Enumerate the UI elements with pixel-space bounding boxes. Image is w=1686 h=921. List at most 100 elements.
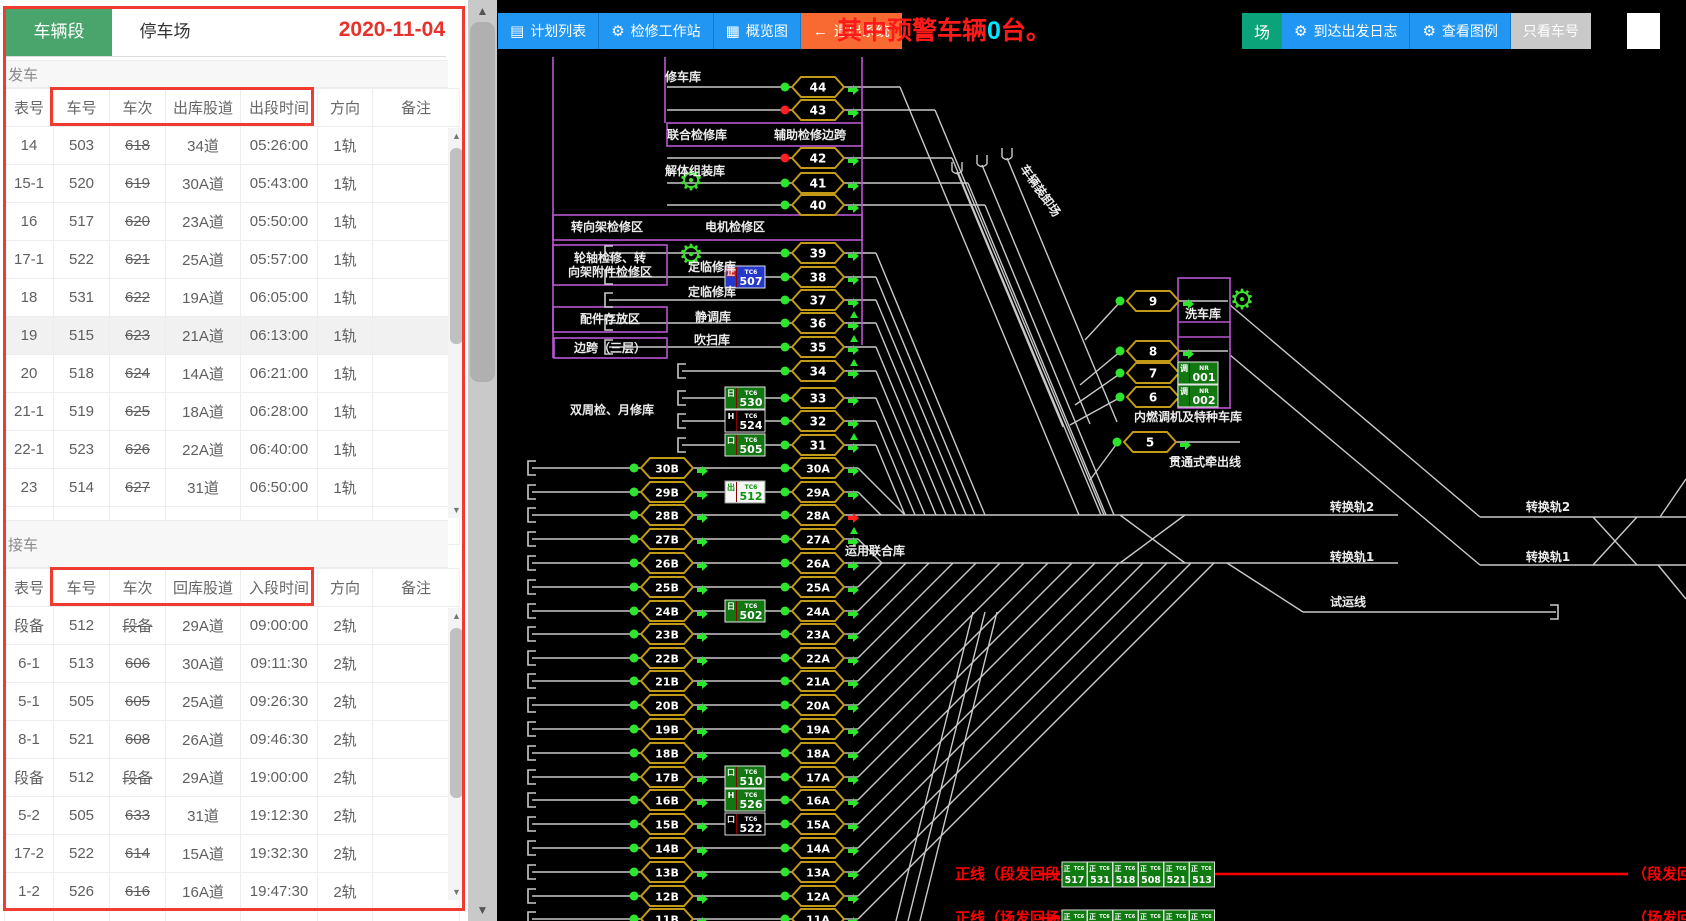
view-legend-button[interactable]: ⚙查看图例 [1410,13,1510,49]
svg-text:6: 6 [1149,391,1157,405]
svg-text:524: 524 [740,419,763,432]
svg-text:13A: 13A [806,867,830,880]
svg-text:调: 调 [1180,386,1188,396]
svg-text:18B: 18B [655,748,679,761]
plan-list-button[interactable]: ▤计划列表 [498,13,599,49]
warning-text: 其中预警车辆0台。 [837,13,1051,49]
svg-text:11B: 11B [655,914,679,921]
svg-text:36: 36 [810,317,827,331]
svg-text:15A: 15A [806,819,830,832]
area-label: 辅助检修边跨 [774,127,847,142]
train-badge-510[interactable]: 口TC6510 [725,766,765,788]
svg-text:14A: 14A [806,843,830,856]
overview-button[interactable]: ▦ 概览图 [714,13,801,49]
track-schematic: 44434241403938373635343332319876530B30A2… [0,0,1686,921]
svg-text:17A: 17A [806,772,830,785]
area-label: 定临修库 [688,284,736,299]
depot-monitoring-screen: 车辆段停车场 2020-11-04 发车 表号车号车次出库股道出段时间方向备注1… [0,0,1686,921]
svg-text:21A: 21A [806,676,830,689]
svg-text:TC6: TC6 [1125,914,1136,920]
svg-text:38: 38 [810,271,827,285]
svg-text:510: 510 [740,775,763,788]
train-badge-526[interactable]: HTC6526 [725,789,765,811]
area-label: 转换轨1 [1330,549,1374,564]
svg-text:口: 口 [727,768,735,777]
scroll-down-icon[interactable]: ▼ [448,884,465,900]
svg-text:22B: 22B [655,653,679,666]
svg-text:33: 33 [810,392,827,406]
departure-scrollbar[interactable]: ▲ ▼ [448,128,465,518]
svg-text:正: 正 [1140,865,1147,873]
svg-text:11A: 11A [806,914,830,921]
area-label: 双周检、月修库 [570,402,654,417]
train-badge-002[interactable]: 调NR002 [1178,385,1218,407]
area-label: 轮轴检修、转 [574,250,646,265]
svg-text:19A: 19A [806,724,830,737]
svg-text:正: 正 [1140,913,1147,921]
svg-text:正: 正 [1191,913,1198,921]
area-label: 试运线 [1330,594,1366,609]
svg-text:日: 日 [727,389,735,398]
arrival-scrollbar[interactable]: ▲ ▼ [448,608,465,900]
yard-button[interactable]: 场 [1242,13,1282,49]
svg-text:TC6: TC6 [1176,866,1187,872]
button-label: 概览图 [746,21,788,41]
svg-text:34: 34 [810,365,827,379]
svg-text:531: 531 [1090,875,1110,886]
svg-text:29B: 29B [655,487,679,500]
button-label: 计划列表 [530,21,586,41]
train-badge-505[interactable]: 口TC6505 [725,434,765,456]
svg-text:TC6: TC6 [1150,914,1161,920]
svg-text:正: 正 [1115,865,1122,873]
svg-text:28A: 28A [806,510,830,523]
svg-text:TC6: TC6 [1201,914,1212,920]
train-badge-512[interactable]: 出TC6512 [725,481,765,503]
area-label: 转向架检修区 [571,219,643,234]
svg-text:25B: 25B [655,582,679,595]
train-badge-530[interactable]: 日TC6530 [725,387,765,409]
area-label: 联合检修库 [667,127,727,142]
svg-text:正: 正 [1166,865,1173,873]
svg-text:9: 9 [1149,295,1157,309]
svg-text:002: 002 [1193,394,1216,407]
area-label: 定临修库 [688,259,736,274]
svg-text:口: 口 [727,815,735,824]
area-label: 吹扫库 [694,332,730,347]
svg-text:518: 518 [1116,875,1136,886]
svg-text:27B: 27B [655,534,679,547]
svg-text:27A: 27A [806,534,830,547]
svg-text:39: 39 [810,247,827,261]
svg-text:16B: 16B [655,795,679,808]
gear-status-icon: ⚙ [1229,283,1254,316]
arrive-depart-log-button[interactable]: ⚙到达出发日志 [1282,13,1410,49]
maintenance-station-button[interactable]: ⚙检修工作站 [599,13,713,49]
svg-text:502: 502 [740,609,763,622]
gear-icon: ⚙ [1294,22,1307,40]
scroll-up-icon[interactable]: ▲ [448,608,465,624]
svg-text:7: 7 [1149,367,1157,381]
train-badge-524[interactable]: HTC6524 [725,410,765,432]
gear-icon: ⚙ [611,22,624,40]
svg-text:TC6: TC6 [1074,914,1085,920]
svg-text:8: 8 [1149,345,1157,359]
scroll-up-icon[interactable]: ▲ [448,128,465,144]
svg-text:513: 513 [1192,875,1212,886]
svg-text:17B: 17B [655,772,679,785]
area-label: 洗车库 [1185,306,1221,321]
svg-text:12A: 12A [806,891,830,904]
svg-text:出: 出 [727,482,735,492]
svg-text:20A: 20A [806,700,830,713]
back-icon: ← [813,23,828,40]
only-car-number-button[interactable]: 只看车号 [1511,13,1591,49]
area-label: 运用联合库 [845,543,905,558]
svg-text:TC6: TC6 [1099,866,1110,872]
svg-text:40: 40 [810,199,827,213]
train-badge-001[interactable]: 调NR001 [1178,362,1218,384]
svg-text:H: H [728,791,735,800]
train-badge-502[interactable]: 日TC6502 [725,600,765,622]
svg-text:35: 35 [810,341,827,355]
scroll-down-icon[interactable]: ▼ [448,502,465,518]
train-badge-522[interactable]: 口TC6522 [725,813,765,835]
overview-icon: ▦ [726,22,740,40]
svg-text:30B: 30B [655,463,679,476]
